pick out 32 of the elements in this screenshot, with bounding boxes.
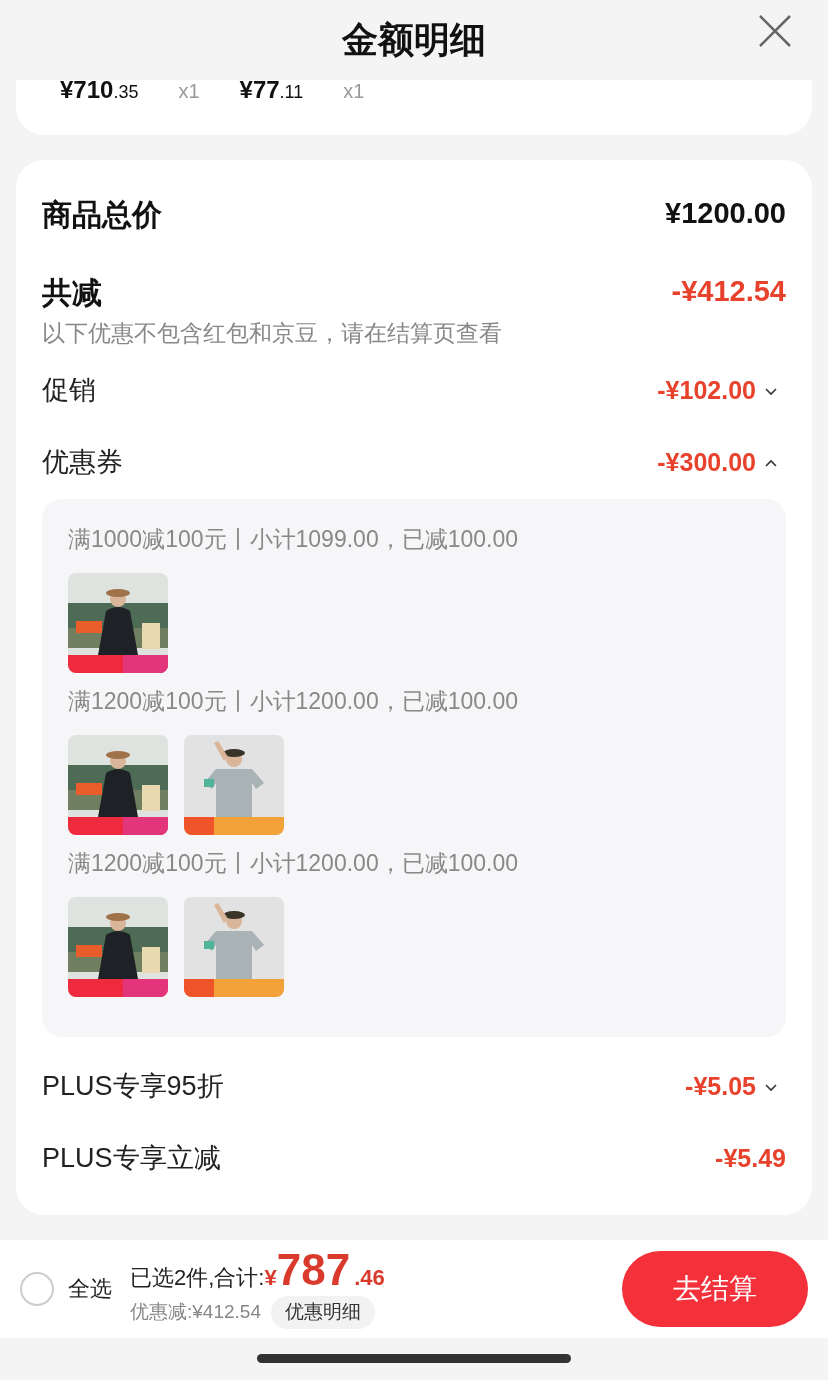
reduction-note: 以下优惠不包含红包和京豆，请在结算页查看 <box>42 319 503 348</box>
discount-toggle[interactable]: -¥102.00 <box>657 371 778 410</box>
discount-total: 优惠减:¥412.54 <box>130 1300 261 1325</box>
checkout-button[interactable]: 去结算 <box>622 1250 808 1327</box>
coupon-rule: 满1000减100元丨小计1099.00，已减100.00 <box>68 524 520 554</box>
chevron-down-icon <box>764 1081 778 1092</box>
discount-label: PLUS专享95折 <box>42 1070 224 1104</box>
discount-value: -¥5.49 <box>715 1142 786 1174</box>
discount-label: 促销 <box>42 374 96 408</box>
chevron-down-icon <box>764 385 778 396</box>
select-all-checkbox[interactable] <box>20 1271 54 1306</box>
dialog-title: 金额明细 <box>342 18 486 62</box>
selected-summary: 已选2件,合计: <box>130 1264 265 1293</box>
coupon-rule: 满1200减100元丨小计1200.00，已减100.00 <box>68 848 520 878</box>
close-icon[interactable] <box>758 14 792 48</box>
item-price: ¥77.11 <box>239 78 304 102</box>
reduction-label: 共减 <box>42 274 102 311</box>
item-quantity: x1 <box>343 81 365 101</box>
coupon-rule: 满1200减100元丨小计1200.00，已减100.00 <box>68 686 520 716</box>
discount-detail-button[interactable]: 优惠明细 <box>270 1296 375 1329</box>
reduction-value: -¥412.54 <box>671 274 786 310</box>
item-quantity: x1 <box>178 81 200 101</box>
total-amount: ¥787.46 <box>264 1248 385 1295</box>
chevron-up-icon <box>764 457 778 468</box>
item-price: ¥710.35 <box>60 78 139 102</box>
discount-label: PLUS专享立减 <box>42 1142 221 1176</box>
discount-label: 优惠券 <box>42 446 123 480</box>
total-label: 商品总价 <box>42 196 162 233</box>
discount-toggle[interactable]: -¥5.05 <box>685 1067 778 1106</box>
total-value: ¥1200.00 <box>665 196 786 232</box>
discount-toggle[interactable]: -¥300.00 <box>657 443 778 482</box>
select-all-label: 全选 <box>68 1275 112 1303</box>
